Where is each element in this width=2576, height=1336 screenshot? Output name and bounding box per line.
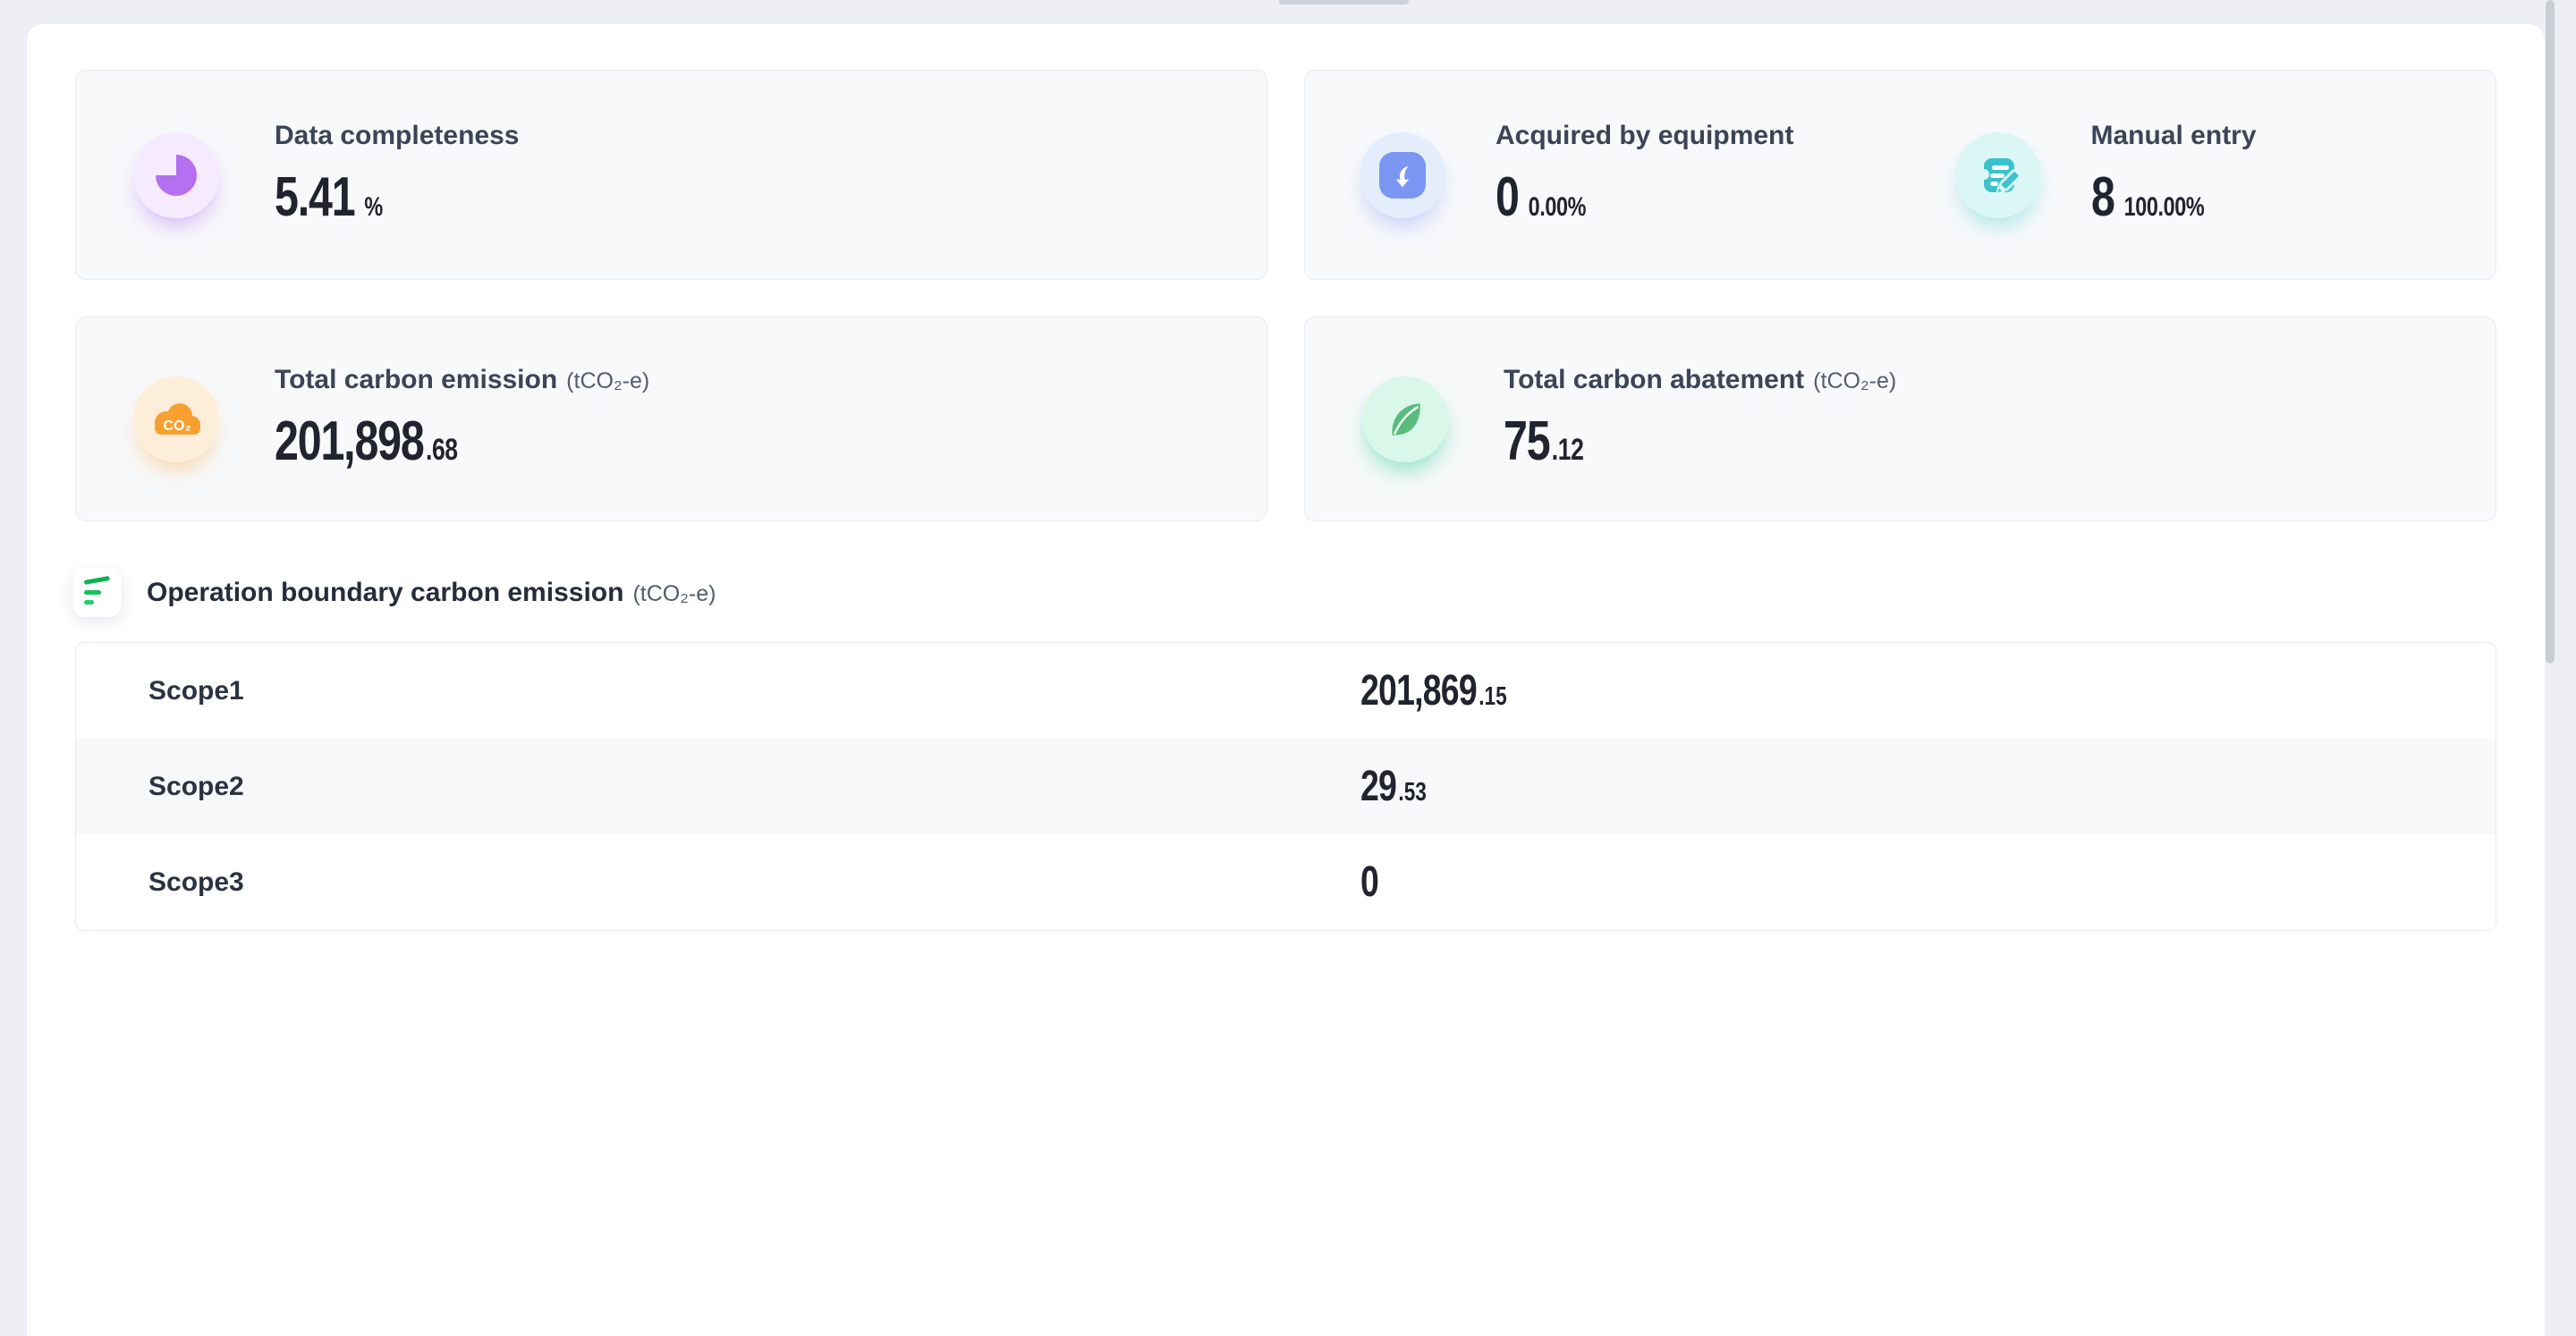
acquired-by-equipment-percent: 0.00% [1529, 192, 1586, 223]
total-emission-decimal: .68 [426, 433, 458, 468]
data-completeness-value: 5.41 [275, 165, 354, 229]
manual-entry-value: 8 [2091, 165, 2114, 229]
operation-boundary-section-header: Operation boundary carbon emission (tCO₂… [72, 568, 716, 617]
acquired-by-equipment-value: 0 [1496, 165, 1519, 229]
table-row-scope3[interactable]: Scope3 0 [76, 834, 2496, 930]
horizontal-scrollbar-thumb[interactable] [1279, 0, 1409, 4]
table-row-scope1[interactable]: Scope1 201,869 .15 [76, 643, 2496, 739]
scope-emission-table: Scope1 201,869 .15 Scope2 29 .53 Scope3 … [75, 642, 2496, 931]
scope3-value: 0 [1360, 858, 1378, 907]
section-title: Operation boundary carbon emission [147, 578, 623, 608]
scope3-label: Scope3 [76, 867, 1360, 898]
total-abatement-decimal: .12 [1552, 433, 1584, 468]
data-completeness-suffix: % [364, 192, 382, 223]
data-completeness-card: Data completeness 5.41 % [75, 70, 1267, 280]
table-row-scope2[interactable]: Scope2 29 .53 [76, 739, 2496, 834]
svg-text:CO₂: CO₂ [163, 419, 191, 434]
acquisition-card: Acquired by equipment 0 0.00% [1304, 70, 2496, 280]
list-bars-icon [72, 568, 122, 617]
scope2-label: Scope2 [76, 772, 1360, 802]
data-completeness-label: Data completeness [275, 121, 519, 151]
manual-entry-percent: 100.00% [2123, 192, 2204, 223]
total-emission-unit: (tCO₂-e) [566, 368, 649, 394]
manual-entry-stat: Manual entry 8 100.00% [1901, 121, 2496, 229]
scope2-decimal: .53 [1398, 778, 1426, 808]
total-abatement-label: Total carbon abatement [1504, 365, 1804, 395]
co2-cloud-icon: CO₂ [133, 376, 219, 462]
total-abatement-value: 75 [1504, 410, 1549, 473]
scope1-decimal: .15 [1479, 682, 1506, 712]
total-emission-card: CO₂ Total carbon emission (tCO₂-e) 201,8… [75, 317, 1267, 521]
scope1-label: Scope1 [76, 676, 1360, 706]
total-abatement-unit: (tCO₂-e) [1813, 368, 1896, 394]
scope1-value: 201,869 [1360, 666, 1477, 715]
acquired-by-equipment-stat: Acquired by equipment 0 0.00% [1305, 121, 1901, 229]
manual-entry-label: Manual entry [2091, 121, 2257, 151]
content-panel: Data completeness 5.41 % [27, 24, 2545, 1336]
stat-cards-grid: Data completeness 5.41 % [75, 70, 2496, 521]
vertical-scrollbar-thumb[interactable] [2546, 0, 2555, 664]
download-arrow-icon [1360, 132, 1445, 218]
carbon-dashboard-page: { "cards": { "completeness": { "label": … [0, 0, 2576, 1336]
leaf-icon [1362, 376, 1448, 462]
acquired-by-equipment-label: Acquired by equipment [1496, 121, 1793, 151]
edit-note-icon [1955, 132, 2041, 218]
scope2-value: 29 [1360, 762, 1396, 811]
pie-chart-icon [133, 132, 219, 218]
total-abatement-card: Total carbon abatement (tCO₂-e) 75 .12 [1304, 317, 2496, 521]
total-emission-label: Total carbon emission [275, 365, 557, 395]
section-unit: (tCO₂-e) [632, 581, 716, 607]
total-emission-value: 201,898 [275, 410, 424, 473]
